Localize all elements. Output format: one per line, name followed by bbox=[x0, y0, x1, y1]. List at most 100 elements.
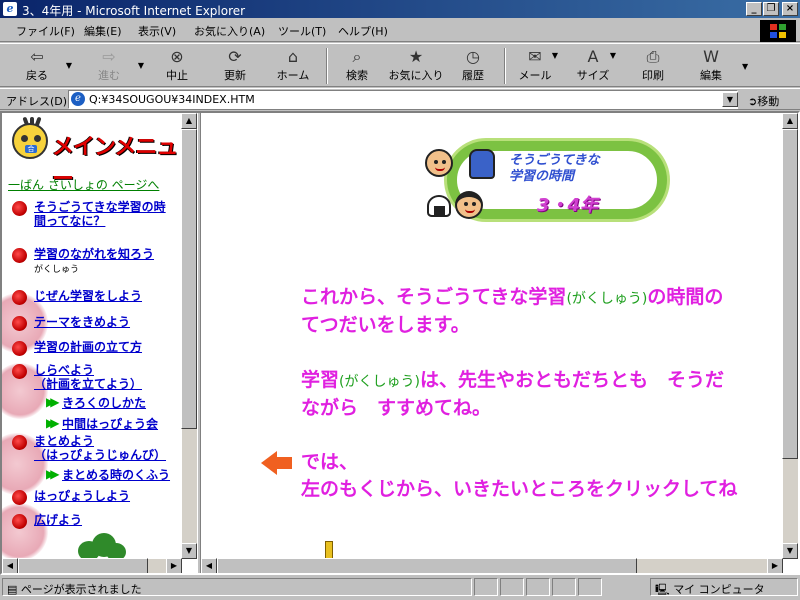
frameset: 合 メインメニュー 一ばん さいしょの ページへ そうごうてきな学習の時 間って… bbox=[0, 111, 800, 575]
red-flower-bullet-icon bbox=[12, 290, 27, 305]
page-icon: e bbox=[71, 92, 85, 106]
green-arrow-icon: ▶▶ bbox=[46, 467, 60, 481]
refresh-icon: ⟳ bbox=[228, 47, 242, 66]
right-scroll-up-button[interactable]: ▲ bbox=[782, 113, 798, 129]
left-hscroll-thumb[interactable] bbox=[18, 558, 148, 573]
menu-tools[interactable]: ツール(T) bbox=[278, 23, 326, 39]
left-scroll-up-button[interactable]: ▲ bbox=[181, 113, 197, 129]
left-scroll-thumb[interactable] bbox=[181, 129, 197, 429]
home-button[interactable]: ⌂ ホーム bbox=[268, 47, 318, 85]
status-panel-blank bbox=[500, 578, 524, 596]
status-panel-blank bbox=[526, 578, 550, 596]
forward-dropdown-icon[interactable]: ▼ bbox=[138, 61, 144, 70]
window-title: 3、4年用 - Microsoft Internet Explorer bbox=[22, 4, 246, 18]
left-horizontal-scrollbar[interactable]: ◀ ▶ bbox=[2, 558, 182, 573]
favorites-button[interactable]: ★ お気に入り bbox=[386, 47, 446, 85]
right-vertical-scrollbar[interactable]: ▲ ▼ bbox=[782, 113, 798, 559]
mail-dropdown-icon[interactable]: ▼ bbox=[552, 51, 558, 60]
favorites-label: お気に入り bbox=[388, 69, 444, 82]
printer-icon: ⎙ bbox=[646, 47, 660, 66]
menu-file[interactable]: ファイル(F) bbox=[16, 23, 75, 39]
edit-dropdown-icon[interactable]: ▼ bbox=[742, 62, 748, 71]
title-bar[interactable]: e 3、4年用 - Microsoft Internet Explorer _ … bbox=[0, 0, 800, 18]
back-button[interactable]: ⇦ 戻る ▼ bbox=[12, 47, 72, 85]
menu-favorites[interactable]: お気に入り(A) bbox=[194, 23, 265, 39]
right-scroll-right-button[interactable]: ▶ bbox=[767, 558, 783, 573]
forward-button[interactable]: ⇨ 進む ▼ bbox=[84, 47, 144, 85]
girl-face-icon bbox=[455, 191, 483, 219]
zone-text: マイ コンピュータ bbox=[673, 583, 765, 596]
stop-label: 中止 bbox=[166, 69, 188, 82]
history-icon: ◷ bbox=[466, 47, 480, 66]
forward-label: 進む bbox=[98, 69, 120, 82]
print-button[interactable]: ⎙ 印刷 bbox=[628, 47, 678, 85]
menu-help[interactable]: ヘルプ(H) bbox=[338, 23, 388, 39]
left-frame-content: 合 メインメニュー 一ばん さいしょの ページへ そうごうてきな学習の時 間って… bbox=[2, 113, 182, 559]
toolbar-separator bbox=[326, 48, 328, 84]
rice-ball-icon bbox=[427, 195, 451, 217]
go-button[interactable]: ➲移動 bbox=[748, 93, 779, 109]
back-dropdown-icon[interactable]: ▼ bbox=[66, 61, 72, 70]
right-scroll-down-button[interactable]: ▼ bbox=[782, 543, 798, 559]
maximize-button[interactable]: ❐ bbox=[763, 2, 779, 16]
mail-button[interactable]: ✉ メール ▼ bbox=[510, 47, 560, 85]
tree-decoration bbox=[78, 533, 128, 559]
right-hscroll-thumb[interactable] bbox=[217, 558, 637, 573]
intro-line-5: では、 bbox=[301, 451, 359, 473]
back-label: 戻る bbox=[26, 69, 48, 82]
red-flower-bullet-icon bbox=[12, 248, 27, 263]
left-scroll-right-button[interactable]: ▶ bbox=[166, 558, 182, 573]
toolbar: ⇦ 戻る ▼ ⇨ 進む ▼ ⊗ 中止 ⟳ 更新 ⌂ ホーム ⌕ 検索 ★ お気に… bbox=[0, 43, 800, 87]
address-label: アドレス(D) bbox=[6, 95, 68, 108]
word-edit-icon: W bbox=[703, 47, 719, 66]
search-button[interactable]: ⌕ 検索 bbox=[332, 47, 382, 85]
red-flower-bullet-icon bbox=[12, 514, 27, 529]
size-label: サイズ bbox=[576, 69, 610, 82]
status-panel-blank bbox=[552, 578, 576, 596]
address-bar: アドレス(D) e Q:¥34SOUGOU¥34INDEX.HTM ▼ ➲移動 bbox=[0, 88, 800, 110]
search-label: 検索 bbox=[346, 69, 368, 82]
left-vertical-scrollbar[interactable]: ▲ ▼ bbox=[181, 113, 197, 559]
status-bar: ▤ ページが表示されました 🖳 マイ コンピュータ bbox=[0, 575, 800, 600]
left-scroll-left-button[interactable]: ◀ bbox=[2, 558, 18, 573]
boy-face-icon bbox=[425, 149, 453, 177]
right-scroll-thumb[interactable] bbox=[782, 129, 798, 459]
left-scroll-down-button[interactable]: ▼ bbox=[181, 543, 197, 559]
history-button[interactable]: ◷ 履歴 bbox=[448, 47, 498, 85]
red-flower-bullet-icon bbox=[12, 341, 27, 356]
refresh-label: 更新 bbox=[224, 69, 246, 82]
back-arrow-icon: ⇦ bbox=[30, 47, 44, 66]
address-input[interactable]: e Q:¥34SOUGOU¥34INDEX.HTM bbox=[68, 90, 738, 109]
edit-button[interactable]: W 編集 bbox=[686, 47, 736, 85]
red-flower-bullet-icon bbox=[12, 435, 27, 450]
right-scroll-left-button[interactable]: ◀ bbox=[201, 558, 217, 573]
print-label: 印刷 bbox=[642, 69, 664, 82]
mascot-face-icon: 合 bbox=[12, 123, 48, 159]
go-label: 移動 bbox=[757, 95, 780, 108]
go-arrow-icon: ➲ bbox=[748, 95, 758, 108]
top-page-link[interactable]: 一ばん さいしょの ページへ bbox=[8, 176, 159, 193]
status-panel-blank bbox=[474, 578, 498, 596]
refresh-button[interactable]: ⟳ 更新 bbox=[210, 47, 260, 85]
left-arrow-icon bbox=[261, 451, 295, 475]
status-message-panel: ▤ ページが表示されました bbox=[2, 578, 472, 596]
menu-edit[interactable]: 編集(E) bbox=[84, 23, 122, 39]
status-page-icon: ▤ bbox=[7, 583, 18, 596]
close-button[interactable]: × bbox=[782, 2, 798, 16]
green-arrow-icon: ▶▶ bbox=[46, 416, 60, 430]
minimize-button[interactable]: _ bbox=[746, 2, 762, 16]
stop-icon: ⊗ bbox=[170, 47, 184, 66]
size-button[interactable]: A サイズ ▼ bbox=[568, 47, 618, 85]
banner-image: そうごうてきな 学習の時間 3・4年 bbox=[417, 133, 667, 228]
size-dropdown-icon[interactable]: ▼ bbox=[610, 51, 616, 60]
windows-logo-icon bbox=[760, 20, 796, 42]
intro-line-3: 学習(がくしゅう)は、先生やおともだちとも そうだ bbox=[301, 369, 724, 391]
status-text: ページが表示されました bbox=[20, 583, 142, 596]
history-label: 履歴 bbox=[462, 69, 484, 82]
stop-button[interactable]: ⊗ 中止 bbox=[152, 47, 202, 85]
home-icon: ⌂ bbox=[287, 47, 299, 66]
menu-view[interactable]: 表示(V) bbox=[138, 23, 176, 39]
banner-text: そうごうてきな 学習の時間 bbox=[509, 153, 600, 184]
address-dropdown-button[interactable]: ▼ bbox=[722, 92, 738, 107]
right-horizontal-scrollbar[interactable]: ◀ ▶ bbox=[201, 558, 783, 573]
